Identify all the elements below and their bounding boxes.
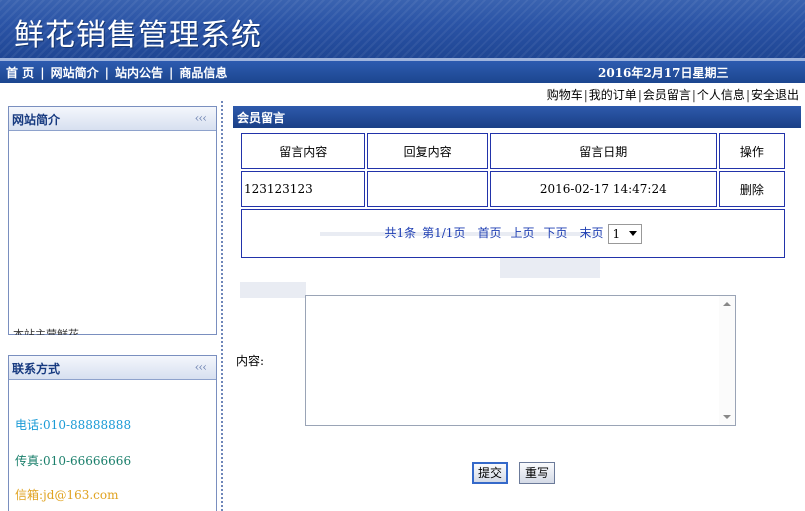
site-title: 鲜花销售管理系统	[14, 18, 262, 53]
column-header-date: 留言日期	[489, 133, 717, 169]
submit-button[interactable]: 提交	[472, 462, 508, 484]
content-textarea[interactable]	[305, 295, 736, 426]
contact-email: 信箱:jd@163.com	[15, 488, 119, 502]
content-label: 内容:	[236, 354, 265, 368]
nav-item-announcements[interactable]: 站内公告	[115, 66, 163, 80]
reset-button[interactable]: 重写	[519, 462, 555, 484]
link-my-orders[interactable]: 我的订单	[589, 88, 637, 102]
link-member-messages[interactable]: 会员留言	[643, 88, 691, 102]
pager-cell: 共1条 第1/1页 首页 上页 下页 末页 1	[241, 209, 785, 258]
contact-panel-title: 联系方式	[12, 362, 61, 376]
current-date: 2016年2月17日星期三	[598, 66, 729, 80]
link-profile[interactable]: 个人信息	[697, 88, 745, 102]
intro-truncated-text: 本站主营鲜花	[13, 328, 79, 335]
background-artifact	[500, 258, 600, 278]
pager-prev-link[interactable]: 上页	[510, 226, 534, 240]
pager-next-link[interactable]: 下页	[543, 226, 567, 240]
user-link-separator: |	[583, 88, 588, 102]
nav-item-about[interactable]: 网站简介	[51, 66, 99, 80]
scroll-up-icon[interactable]	[723, 302, 731, 306]
column-header-action: 操作	[718, 133, 785, 169]
contact-phone: 电话:010-88888888	[15, 418, 132, 432]
chevron-down-icon	[628, 230, 637, 236]
pager-total: 共1条	[384, 226, 417, 240]
column-divider	[221, 101, 223, 511]
header-banner: 鲜花销售管理系统	[0, 0, 805, 58]
message-reply-cell	[367, 171, 488, 207]
nav-separator: |	[104, 66, 109, 80]
user-links: 购物车|我的订单|会员留言|个人信息|安全退出	[547, 86, 799, 103]
delete-link[interactable]: 删除	[718, 171, 785, 207]
message-date-cell: 2016-02-17 14:47:24	[489, 171, 717, 207]
message-content-cell: 123123123	[241, 171, 366, 207]
column-header-content: 留言内容	[241, 133, 366, 169]
contact-panel-header: 联系方式 ‹‹‹	[9, 356, 216, 380]
link-cart[interactable]: 购物车	[547, 88, 583, 102]
pager-last-link[interactable]: 末页	[580, 226, 604, 240]
main-panel-header: 会员留言	[233, 106, 801, 128]
user-link-separator: |	[691, 88, 696, 102]
page-select[interactable]: 1	[607, 223, 642, 244]
pager-first-link[interactable]: 首页	[477, 226, 501, 240]
collapse-icon[interactable]: ‹‹‹	[195, 111, 207, 125]
contact-fax: 传真:010-66666666	[15, 454, 132, 468]
link-logout[interactable]: 安全退出	[751, 88, 799, 102]
nav-item-products[interactable]: 商品信息	[179, 66, 227, 80]
user-link-separator: |	[745, 88, 750, 102]
pager-row: 共1条 第1/1页 首页 上页 下页 末页 1	[241, 209, 785, 258]
pager: 共1条 第1/1页 首页 上页 下页 末页 1	[384, 223, 642, 244]
background-artifact	[240, 282, 306, 298]
textarea-scrollbar[interactable]	[719, 296, 735, 425]
scroll-down-icon[interactable]	[723, 415, 731, 419]
table-header-row: 留言内容 回复内容 留言日期 操作	[241, 133, 785, 169]
table-row: 123123123 2016-02-17 14:47:24 删除	[241, 171, 785, 207]
collapse-icon[interactable]: ‹‹‹	[195, 360, 207, 374]
column-header-reply: 回复内容	[367, 133, 488, 169]
intro-panel: 网站简介 ‹‹‹ 本站主营鲜花	[8, 106, 217, 335]
nav-item-home[interactable]: 首 页	[6, 66, 34, 80]
intro-panel-title: 网站简介	[12, 113, 61, 127]
message-table: 留言内容 回复内容 留言日期 操作 123123123 2016-02-17 1…	[239, 131, 787, 260]
pager-page: 第1/1页	[422, 226, 466, 240]
intro-panel-header: 网站简介 ‹‹‹	[9, 107, 216, 131]
nav-bar: 首 页 | 网站简介 | 站内公告 | 商品信息 2016年2月17日星期三	[0, 61, 805, 83]
nav-links: 首 页 | 网站简介 | 站内公告 | 商品信息	[6, 64, 227, 81]
page-select-value: 1	[612, 226, 621, 241]
main-panel-title: 会员留言	[237, 111, 286, 125]
contact-panel: 联系方式 ‹‹‹ 电话:010-88888888 传真:010-66666666…	[8, 355, 217, 511]
nav-separator: |	[168, 66, 174, 80]
user-link-separator: |	[637, 88, 642, 102]
nav-separator: |	[40, 66, 45, 80]
